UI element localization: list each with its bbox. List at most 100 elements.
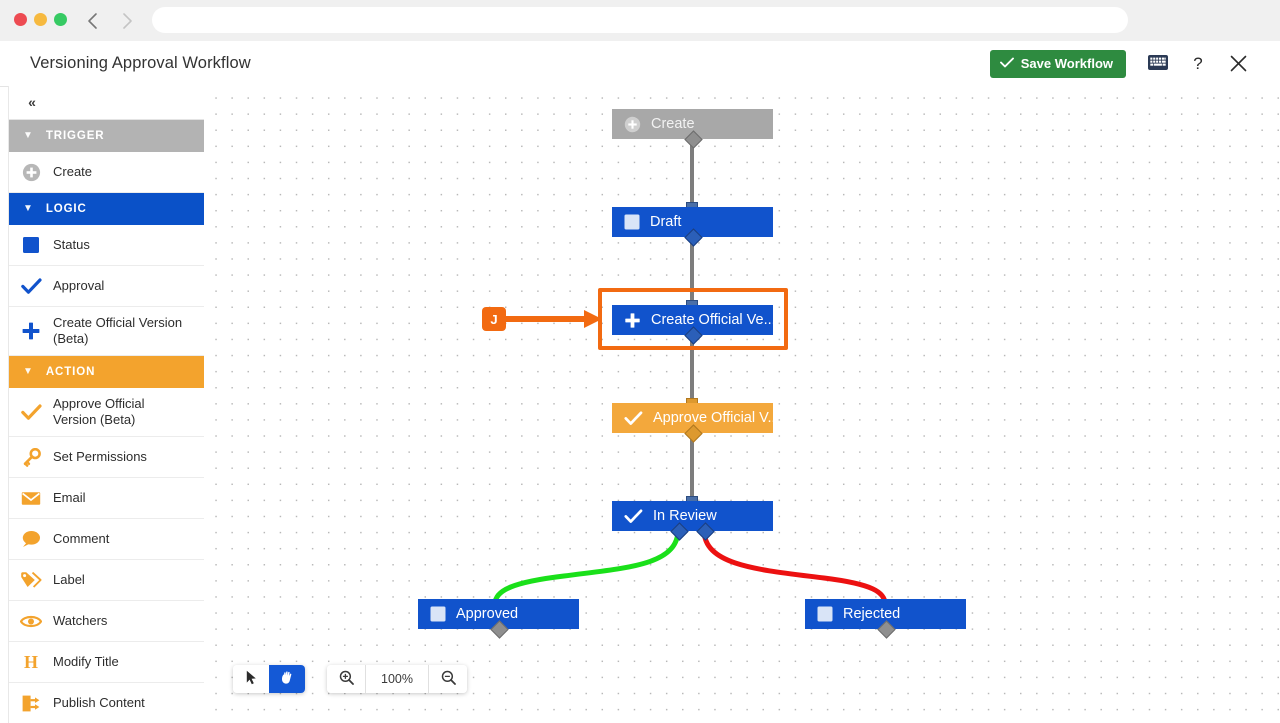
square-icon <box>430 606 446 622</box>
save-workflow-label: Save Workflow <box>1021 56 1113 71</box>
sidebar-item-watchers[interactable]: Watchers <box>9 601 204 642</box>
plus-circle-icon <box>624 116 641 133</box>
sidebar-group-action[interactable]: ▼ ACTION <box>9 356 204 388</box>
sidebar-item-label: Comment <box>53 531 109 547</box>
sidebar-item-label: Create <box>53 164 92 180</box>
eye-icon <box>9 614 53 629</box>
envelope-icon <box>9 491 53 506</box>
sidebar-item-create-official-version[interactable]: Create Official Version (Beta) <box>9 307 204 356</box>
close-icon <box>1230 55 1247 72</box>
sidebar-item-label: Create Official Version (Beta) <box>53 315 185 347</box>
plus-icon <box>9 321 53 341</box>
shortcut-badge-j: J <box>482 307 506 331</box>
sidebar-item-set-permissions[interactable]: Set Permissions <box>9 437 204 478</box>
close-window-button[interactable] <box>14 13 27 26</box>
sidebar-item-modify-title[interactable]: H Modify Title <box>9 642 204 683</box>
back-button[interactable] <box>80 8 106 34</box>
sidebar-item-label: Watchers <box>53 613 107 629</box>
question-mark-icon: ? <box>1193 54 1202 74</box>
edge-approved-curve <box>495 530 678 604</box>
sidebar-item-label: Approve Official Version (Beta) <box>53 396 185 428</box>
pan-tool-button[interactable] <box>269 665 305 693</box>
edge-rejected-curve <box>704 530 885 604</box>
square-icon <box>624 214 640 230</box>
canvas-node-label: In Review <box>653 508 717 524</box>
sidebar-collapse-button[interactable]: « <box>15 86 49 118</box>
sidebar-item-label: Modify Title <box>53 654 119 670</box>
publish-icon <box>9 694 53 713</box>
sidebar-item-status[interactable]: Status <box>9 225 204 266</box>
select-tool-button[interactable] <box>233 665 269 693</box>
zoom-out-button[interactable] <box>429 665 467 693</box>
sidebar-item-comment[interactable]: Comment <box>9 519 204 560</box>
canvas-node-label: Create <box>651 116 695 132</box>
chevron-down-icon: ▼ <box>23 204 34 214</box>
sidebar-item-label: Label <box>53 572 85 588</box>
canvas-node-label: Approve Official V... <box>653 410 780 426</box>
header-actions: Save Workflow <box>990 41 1258 86</box>
sidebar-item-approval[interactable]: Approval <box>9 266 204 307</box>
keyboard-shortcuts-button[interactable] <box>1138 41 1178 86</box>
sidebar-item-email[interactable]: Email <box>9 478 204 519</box>
browser-chrome <box>0 0 1280 42</box>
minimize-window-button[interactable] <box>34 13 47 26</box>
sidebar-item-approve-official-version[interactable]: Approve Official Version (Beta) <box>9 388 204 437</box>
chevron-down-icon: ▼ <box>23 367 34 377</box>
canvas-node-in-review[interactable]: In Review <box>612 501 773 531</box>
sidebar-group-logic-label: LOGIC <box>46 203 87 215</box>
sidebar-item-label[interactable]: Label <box>9 560 204 601</box>
traffic-lights <box>14 13 67 26</box>
hand-icon <box>280 670 295 688</box>
url-input[interactable] <box>152 7 1128 33</box>
chevron-down-icon: ▼ <box>23 131 34 141</box>
sidebar: « ▼ TRIGGER Create ▼ LOGIC Status Approv… <box>8 86 205 723</box>
square-icon <box>817 606 833 622</box>
heading-icon: H <box>9 653 53 671</box>
check-icon <box>624 509 643 524</box>
close-workflow-button[interactable] <box>1218 41 1258 86</box>
zoom-in-button[interactable] <box>327 665 365 693</box>
page-title: Versioning Approval Workflow <box>30 54 251 73</box>
workflow-canvas[interactable]: Create Draft J Create Official Ve... <box>204 86 1280 723</box>
canvas-toolbar: 100% <box>233 665 467 693</box>
canvas-node-label: Create Official Ve... <box>651 312 776 328</box>
save-workflow-button[interactable]: Save Workflow <box>990 50 1126 78</box>
check-icon <box>624 411 643 426</box>
zoom-in-icon <box>339 670 354 688</box>
app-header: Versioning Approval Workflow Save Workfl… <box>0 41 1280 87</box>
comment-icon <box>9 530 53 548</box>
maximize-window-button[interactable] <box>54 13 67 26</box>
check-icon <box>9 404 53 421</box>
tool-selection-group <box>233 665 305 693</box>
sidebar-group-logic[interactable]: ▼ LOGIC <box>9 193 204 225</box>
zoom-level-display[interactable]: 100% <box>365 665 429 693</box>
browser-nav <box>80 8 140 34</box>
sidebar-item-label: Publish Content <box>53 695 145 711</box>
square-icon <box>9 236 53 254</box>
plus-icon <box>624 312 641 329</box>
zoom-out-icon <box>441 670 456 688</box>
annotation-arrow <box>506 307 616 331</box>
canvas-node-label: Draft <box>650 214 681 230</box>
canvas-node-label: Approved <box>456 606 518 622</box>
tag-icon <box>9 571 53 589</box>
check-icon <box>9 278 53 295</box>
check-icon <box>1000 57 1014 70</box>
key-icon <box>9 448 53 467</box>
svg-text:H: H <box>24 653 38 671</box>
sidebar-item-label: Set Permissions <box>53 449 147 465</box>
forward-button[interactable] <box>114 8 140 34</box>
cursor-icon <box>246 670 257 688</box>
zoom-controls: 100% <box>327 665 467 693</box>
sidebar-item-label: Email <box>53 490 86 506</box>
sidebar-group-trigger[interactable]: ▼ TRIGGER <box>9 120 204 152</box>
sidebar-item-publish-content[interactable]: Publish Content <box>9 683 204 723</box>
sidebar-group-trigger-label: TRIGGER <box>46 130 105 142</box>
plus-circle-icon <box>9 163 53 182</box>
canvas-node-label: Rejected <box>843 606 900 622</box>
sidebar-item-create[interactable]: Create <box>9 152 204 193</box>
help-button[interactable]: ? <box>1178 41 1218 86</box>
sidebar-item-label: Approval <box>53 278 104 294</box>
sidebar-header: « <box>9 86 204 120</box>
sidebar-item-label: Status <box>53 237 90 253</box>
